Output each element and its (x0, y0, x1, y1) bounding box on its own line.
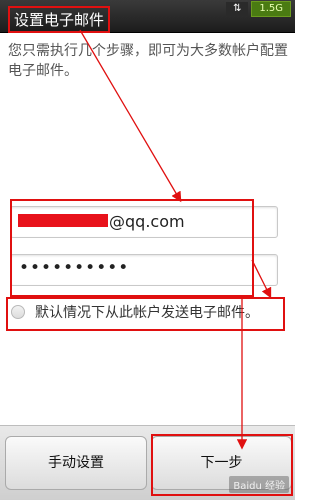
email-field[interactable]: @qq.com (10, 206, 278, 238)
content-area: 您只需执行几个步骤，即可为大多数帐户配置电子邮件。 @qq.com ••••••… (0, 33, 295, 425)
send-default-checkbox[interactable] (11, 305, 25, 319)
email-domain-text: @qq.com (109, 212, 185, 231)
manual-setup-button[interactable]: 手动设置 (5, 436, 147, 490)
status-bar: ⇅ 1.5G (226, 1, 291, 17)
title-bar: 设置电子邮件 ⇅ 1.5G (0, 0, 295, 33)
send-default-checkbox-row[interactable]: 默认情况下从此帐户发送电子邮件。 (11, 298, 281, 326)
footer-toolbar: 手动设置 下一步 Baidu 经验 (0, 425, 295, 500)
updown-arrows-icon: ⇅ (226, 2, 249, 16)
send-default-checkbox-label: 默认情况下从此帐户发送电子邮件。 (35, 305, 259, 321)
description-text: 您只需执行几个步骤，即可为大多数帐户配置电子邮件。 (8, 43, 288, 79)
password-field[interactable]: •••••••••• (10, 254, 278, 286)
password-mask: •••••••••• (19, 258, 130, 278)
watermark: Baidu 经验 (229, 476, 289, 493)
redacted-email-username (18, 214, 108, 227)
storage-badge: 1.5G (251, 1, 291, 17)
page-title: 设置电子邮件 (8, 6, 111, 33)
